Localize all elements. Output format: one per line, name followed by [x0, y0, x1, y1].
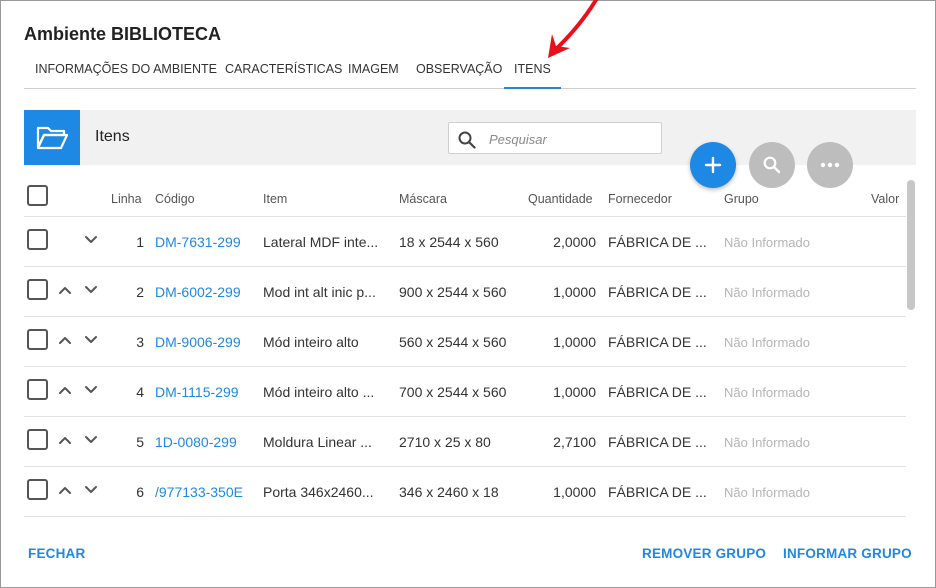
table-row[interactable]: 3 DM-9006-299 Mód inteiro alto 560 x 2544 x…	[24, 317, 906, 367]
header-code: Código	[155, 192, 195, 206]
header-mask: Máscara	[399, 192, 447, 206]
row-group: Não Informado	[724, 335, 810, 350]
search-field[interactable]	[448, 122, 662, 154]
remove-group-button[interactable]: REMOVER GRUPO	[642, 546, 766, 561]
row-code-link[interactable]: DM-9006-299	[155, 334, 255, 350]
row-code-link[interactable]: DM-7631-299	[155, 234, 255, 250]
move-up-icon[interactable]	[57, 283, 73, 295]
header-value: Valor	[871, 192, 900, 206]
row-checkbox[interactable]	[27, 429, 48, 450]
row-quantity: 1,0000	[553, 384, 596, 400]
annotation-arrow-icon	[548, 0, 598, 58]
row-line: 4	[136, 384, 144, 400]
table-row[interactable]: 2 DM-6002-299 Mod int alt inic p... 900 x 2…	[24, 267, 906, 317]
table-row[interactable]: 1 DM-7631-299 Lateral MDF inte... 18 x 2544…	[24, 217, 906, 267]
tab-imagem[interactable]: IMAGEM	[338, 58, 409, 89]
header-item: Item	[263, 192, 288, 206]
header-supplier: Fornecedor	[608, 192, 672, 206]
row-group: Não Informado	[724, 485, 810, 500]
row-quantity: 1,0000	[553, 284, 596, 300]
row-quantity: 1,0000	[553, 334, 596, 350]
search-icon	[763, 156, 781, 174]
row-code-link[interactable]: DM-6002-299	[155, 284, 255, 300]
row-quantity: 2,0000	[553, 234, 596, 250]
plus-icon	[704, 156, 722, 174]
move-down-icon[interactable]	[83, 233, 99, 245]
row-line: 1	[136, 234, 144, 250]
select-all-checkbox[interactable]	[27, 185, 48, 206]
row-line: 6	[136, 484, 144, 500]
move-up-icon[interactable]	[57, 333, 73, 345]
table-header: Linha Código Item Máscara Quantidade For…	[24, 180, 906, 217]
tab-itens[interactable]: ITENS	[504, 58, 561, 89]
move-up-icon[interactable]	[57, 433, 73, 445]
row-quantity: 2,7100	[553, 434, 596, 450]
row-group: Não Informado	[724, 235, 810, 250]
row-item: Porta 346x2460...	[263, 484, 374, 500]
folder-open-icon	[24, 110, 80, 165]
header-quantity: Quantidade	[528, 192, 593, 206]
set-group-button[interactable]: INFORMAR GRUPO	[783, 546, 912, 561]
row-item: Moldura Linear ...	[263, 434, 372, 450]
row-quantity: 1,0000	[553, 484, 596, 500]
row-mask: 900 x 2544 x 560	[399, 284, 507, 300]
dialog-title: Ambiente BIBLIOTECA	[24, 24, 222, 44]
row-mask: 346 x 2460 x 18	[399, 484, 499, 500]
move-down-icon[interactable]	[83, 483, 99, 495]
row-checkbox[interactable]	[27, 479, 48, 500]
tab-caracteristicas[interactable]: CARACTERÍSTICAS	[215, 58, 352, 89]
row-supplier: FÁBRICA DE ...	[608, 484, 707, 500]
table-scrollbar[interactable]	[907, 180, 915, 310]
row-supplier: FÁBRICA DE ...	[608, 334, 707, 350]
row-checkbox[interactable]	[27, 279, 48, 300]
row-code-link[interactable]: DM-1115-299	[155, 384, 255, 400]
row-item: Mód inteiro alto ...	[263, 384, 375, 400]
row-mask: 2710 x 25 x 80	[399, 434, 491, 450]
table-row[interactable]: 4 DM-1115-299 Mód inteiro alto ... 700 x 25…	[24, 367, 906, 417]
row-checkbox[interactable]	[27, 329, 48, 350]
row-mask: 18 x 2544 x 560	[399, 234, 499, 250]
row-code-link[interactable]: /977133-350E	[155, 484, 255, 500]
row-item: Mod int alt inic p...	[263, 284, 376, 300]
row-line: 5	[136, 434, 144, 450]
tab-observacao[interactable]: OBSERVAÇÃO	[406, 58, 512, 89]
header-line: Linha	[111, 192, 142, 206]
row-line: 3	[136, 334, 144, 350]
row-supplier: FÁBRICA DE ...	[608, 284, 707, 300]
tab-bar: INFORMAÇÕES DO AMBIENTE CARACTERÍSTICAS …	[24, 58, 916, 89]
row-mask: 560 x 2544 x 560	[399, 334, 507, 350]
row-group: Não Informado	[724, 385, 810, 400]
row-checkbox[interactable]	[27, 229, 48, 250]
tab-informacoes-do-ambiente[interactable]: INFORMAÇÕES DO AMBIENTE	[25, 58, 227, 89]
panel-title: Itens	[95, 128, 130, 145]
row-item: Lateral MDF inte...	[263, 234, 379, 250]
row-supplier: FÁBRICA DE ...	[608, 384, 707, 400]
table-row[interactable]: 5 1D-0080-299 Moldura Linear ... 2710 x 25 …	[24, 417, 906, 467]
move-down-icon[interactable]	[83, 333, 99, 345]
more-horizontal-icon	[820, 162, 840, 168]
table-row[interactable]: 6/977133-350E Porta 346x2460... 346 x 2460…	[24, 467, 906, 517]
row-mask: 700 x 2544 x 560	[399, 384, 507, 400]
move-down-icon[interactable]	[83, 433, 99, 445]
search-input[interactable]	[489, 129, 654, 149]
row-code-link[interactable]: 1D-0080-299	[155, 434, 255, 450]
row-item: Mód inteiro alto	[263, 334, 359, 350]
move-down-icon[interactable]	[83, 283, 99, 295]
search-icon	[458, 131, 476, 149]
row-group: Não Informado	[724, 285, 810, 300]
move-up-icon[interactable]	[57, 383, 73, 395]
row-line: 2	[136, 284, 144, 300]
close-button[interactable]: FECHAR	[28, 546, 85, 561]
header-group: Grupo	[724, 192, 759, 206]
row-supplier: FÁBRICA DE ...	[608, 434, 707, 450]
row-supplier: FÁBRICA DE ...	[608, 234, 707, 250]
move-down-icon[interactable]	[83, 383, 99, 395]
move-up-icon[interactable]	[57, 483, 73, 495]
row-group: Não Informado	[724, 435, 810, 450]
row-checkbox[interactable]	[27, 379, 48, 400]
